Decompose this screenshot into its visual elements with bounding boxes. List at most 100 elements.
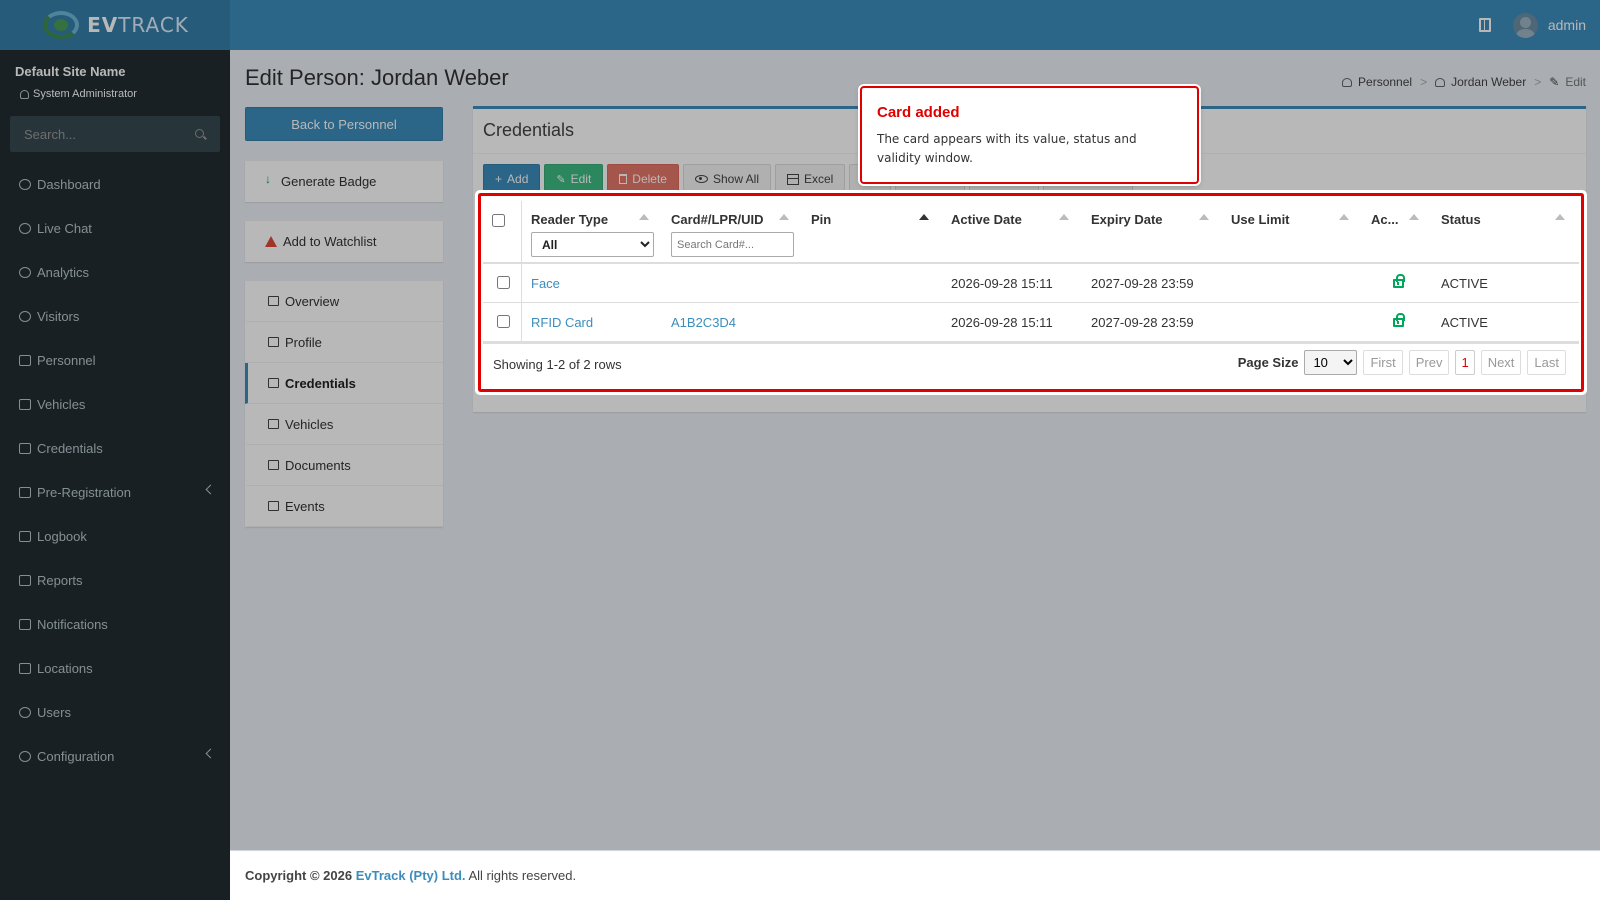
sidebar-item-logbook[interactable]: Logbook [0, 514, 230, 558]
expiry-date: 2027-09-28 23:59 [1091, 315, 1194, 330]
sidebar-item-pre-registration[interactable]: Pre-Registration [0, 470, 230, 514]
people-icon [19, 354, 31, 366]
sort-icon[interactable] [1059, 214, 1069, 220]
col-reader-type[interactable]: Reader Type [531, 212, 608, 227]
pagination: Page Size 10 First Prev 1 Next Last [1238, 350, 1566, 375]
card-search-input[interactable] [671, 232, 794, 257]
sort-icon[interactable] [919, 214, 929, 220]
next-page-button[interactable]: Next [1480, 350, 1522, 375]
sort-icon[interactable] [1199, 214, 1209, 220]
sort-icon[interactable] [779, 214, 789, 220]
app-logo[interactable]: EVTRACK [0, 0, 230, 50]
col-expiry-date[interactable]: Expiry Date [1091, 212, 1163, 227]
list-icon [268, 296, 279, 306]
eye-icon [694, 175, 708, 183]
sidebar-item-reports[interactable]: Reports [0, 558, 230, 602]
generate-badge-button[interactable]: Generate Badge [245, 160, 443, 202]
active-date: 2026-09-28 15:11 [951, 315, 1053, 330]
row-checkbox[interactable] [497, 276, 510, 289]
tab-vehicles[interactable]: Vehicles [245, 404, 443, 445]
breadcrumb-edit: Edit [1565, 75, 1586, 89]
tab-documents[interactable]: Documents [245, 445, 443, 486]
active-date: 2026-09-28 15:11 [951, 276, 1053, 291]
table-row[interactable]: Face 2026-09-28 15:11 2027-09-28 23:59 A… [483, 264, 1579, 303]
sort-icon[interactable] [1555, 214, 1565, 220]
sidebar-item-analytics[interactable]: Analytics [0, 250, 230, 294]
sidebar-item-notifications[interactable]: Notifications [0, 602, 230, 646]
headset-icon [19, 222, 31, 234]
unlock-icon [1393, 274, 1405, 288]
last-page-button[interactable]: Last [1527, 350, 1566, 375]
logo-icon [41, 10, 81, 40]
message-icon [19, 618, 31, 630]
sort-icon[interactable] [1339, 214, 1349, 220]
sidebar-item-vehicles[interactable]: Vehicles [0, 382, 230, 426]
rights-text: All rights reserved. [468, 868, 577, 883]
sidebar-item-personnel[interactable]: Personnel [0, 338, 230, 382]
col-status[interactable]: Status [1441, 212, 1481, 227]
chart-icon [19, 574, 31, 586]
sidebar-item-locations[interactable]: Locations [0, 646, 230, 690]
col-use-limit[interactable]: Use Limit [1231, 212, 1290, 227]
document-icon [268, 460, 279, 470]
tab-credentials[interactable]: Credentials [245, 363, 443, 404]
plus-icon: + [495, 172, 503, 186]
reader-type-filter[interactable]: All [531, 232, 654, 257]
reader-type-link[interactable]: Face [531, 276, 560, 291]
col-pin[interactable]: Pin [811, 212, 831, 227]
expiry-date: 2027-09-28 23:59 [1091, 276, 1194, 291]
sidebar-item-configuration[interactable]: Configuration [0, 734, 230, 778]
sidebar-item-live-chat[interactable]: Live Chat [0, 206, 230, 250]
back-to-personnel-button[interactable]: Back to Personnel [245, 107, 443, 141]
tooltip-title: Card added [877, 104, 960, 121]
reader-type-link[interactable]: RFID Card [531, 315, 593, 330]
status-value: ACTIVE [1441, 315, 1488, 330]
table-footer: Showing 1-2 of 2 rows Page Size 10 First… [483, 342, 1579, 382]
arrows-icon [19, 486, 31, 498]
row-checkbox[interactable] [497, 315, 510, 328]
page-size-select[interactable]: 10 [1304, 350, 1358, 375]
sidebar: Default Site Name System Administrator D… [0, 50, 230, 900]
sidebar-item-credentials[interactable]: Credentials [0, 426, 230, 470]
sort-icon[interactable] [1409, 214, 1419, 220]
logo-text: EVTRACK [87, 13, 189, 37]
tab-events[interactable]: Events [245, 486, 443, 527]
gear-icon [19, 750, 31, 762]
user-icon [19, 706, 31, 718]
pencil-icon: ✎ [1549, 75, 1560, 89]
sidebar-item-users[interactable]: Users [0, 690, 230, 734]
prev-page-button[interactable]: Prev [1408, 350, 1450, 375]
person-icon [1435, 77, 1446, 87]
spreadsheet-icon [787, 173, 799, 185]
user-icon [20, 89, 29, 99]
col-access[interactable]: Ac... [1371, 212, 1398, 227]
card-value[interactable]: A1B2C3D4 [671, 315, 736, 330]
first-page-button[interactable]: First [1363, 350, 1403, 375]
sidebar-item-dashboard[interactable]: Dashboard [0, 162, 230, 206]
car-icon [19, 398, 31, 410]
tab-overview[interactable]: Overview [245, 281, 443, 322]
add-to-watchlist-button[interactable]: Add to Watchlist [245, 220, 443, 262]
user-menu[interactable]: admin [1512, 12, 1586, 38]
page-footer: Copyright © 2026 EvTrack (Pty) Ltd. All … [230, 850, 1600, 900]
book-icon[interactable] [1478, 18, 1491, 32]
user-role: System Administrator [20, 88, 137, 100]
table-row[interactable]: RFID Card A1B2C3D4 2026-09-28 15:11 2027… [483, 303, 1579, 342]
search-icon[interactable] [195, 129, 204, 138]
copyright: Copyright © 2026 [245, 868, 353, 883]
tab-profile[interactable]: Profile [245, 322, 443, 363]
current-page[interactable]: 1 [1455, 350, 1475, 375]
breadcrumb-personnel[interactable]: Personnel [1358, 75, 1412, 89]
dashboard-icon [19, 178, 31, 190]
col-active-date[interactable]: Active Date [951, 212, 1022, 227]
col-card[interactable]: Card#/LPR/UID [671, 212, 763, 227]
select-all-checkbox[interactable] [492, 214, 505, 227]
sort-icon[interactable] [639, 214, 649, 220]
unlock-icon [1393, 313, 1405, 327]
page-size-label: Page Size [1237, 355, 1299, 370]
book-icon [19, 530, 31, 542]
company-link[interactable]: EvTrack (Pty) Ltd. [356, 868, 466, 883]
breadcrumb-person[interactable]: Jordan Weber [1451, 75, 1526, 89]
sidebar-item-visitors[interactable]: Visitors [0, 294, 230, 338]
sidebar-search-input[interactable] [10, 116, 190, 152]
